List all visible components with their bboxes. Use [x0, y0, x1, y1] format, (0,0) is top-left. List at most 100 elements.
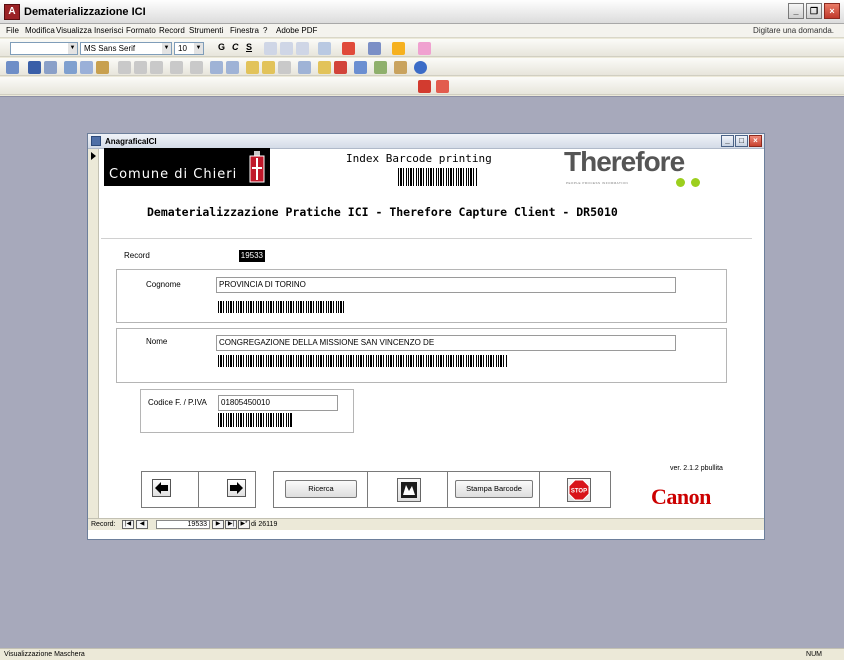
heading-divider: [101, 238, 752, 239]
canon-logo: Canon: [651, 484, 711, 509]
align-center-icon[interactable]: [280, 42, 293, 55]
border-color-icon[interactable]: [392, 42, 405, 55]
menu-adobe-pdf[interactable]: Adobe PDF: [276, 26, 317, 35]
line-color-icon[interactable]: [368, 42, 381, 55]
align-right-icon[interactable]: [296, 42, 309, 55]
filter-by-form-icon[interactable]: [262, 61, 275, 74]
therefore-tagline: PEOPLE PROCESS INFORMATION: [566, 181, 629, 185]
fill-color-icon[interactable]: [318, 42, 331, 55]
actions-divider: [447, 471, 448, 508]
hyperlink-icon[interactable]: [190, 61, 203, 74]
menu-formato[interactable]: Formato: [126, 26, 156, 35]
nome-label: Nome: [146, 337, 168, 346]
copy-icon[interactable]: [134, 61, 147, 74]
font-name-dropdown[interactable]: MS Sans Serif ▼: [80, 42, 172, 55]
access-app-icon[interactable]: A: [4, 4, 20, 20]
previous-record-button[interactable]: [152, 479, 171, 497]
new-record-nav-button[interactable]: ▶*: [238, 520, 250, 529]
codice-label: Codice F. / P.IVA: [148, 398, 207, 407]
minimize-button[interactable]: _: [788, 3, 804, 19]
record-selector[interactable]: [88, 149, 99, 529]
print-preview-icon[interactable]: [80, 61, 93, 74]
menu-modifica[interactable]: Modifica: [25, 26, 55, 35]
cognome-field[interactable]: PROVINCIA DI TORINO: [216, 277, 676, 293]
menu-finestra[interactable]: Finestra: [230, 26, 259, 35]
filter-by-selection-icon[interactable]: [246, 61, 259, 74]
menu-visualizza[interactable]: Visualizza: [56, 26, 92, 35]
object-selector-dropdown[interactable]: ▼: [10, 42, 78, 55]
font-name-value: MS Sans Serif: [84, 44, 136, 53]
chevron-down-icon: ▼: [194, 43, 203, 54]
last-record-button[interactable]: ▶|: [225, 520, 237, 529]
convert-to-pdf-icon[interactable]: [418, 80, 431, 93]
stampa-barcode-button[interactable]: Stampa Barcode: [455, 480, 533, 498]
menu-strumenti[interactable]: Strumenti: [189, 26, 223, 35]
record-number-value: 19533: [238, 250, 265, 262]
record-number-field[interactable]: 19533: [192, 249, 266, 262]
help-question-box[interactable]: Digitare una domanda.: [753, 26, 834, 35]
scan-document-button[interactable]: [397, 478, 421, 502]
form-window-controls: _ □ ×: [721, 135, 762, 147]
nome-barcode: [218, 355, 508, 367]
search-icon[interactable]: [44, 61, 57, 74]
index-barcode: [398, 168, 477, 186]
menu-help[interactable]: ?: [263, 26, 267, 35]
chevron-down-icon: ▼: [162, 43, 171, 54]
font-size-dropdown[interactable]: 10 ▼: [174, 42, 204, 55]
properties-icon[interactable]: [354, 61, 367, 74]
align-left-icon[interactable]: [264, 42, 277, 55]
bold-button[interactable]: G: [218, 42, 225, 52]
delete-record-icon[interactable]: [334, 61, 347, 74]
nome-field[interactable]: CONGREGAZIONE DELLA MISSIONE SAN VINCENZ…: [216, 335, 676, 351]
convert-and-email-icon[interactable]: [436, 80, 449, 93]
record-nav-input[interactable]: 19533: [156, 520, 210, 529]
undo-icon[interactable]: [170, 61, 183, 74]
underline-button[interactable]: S: [246, 42, 252, 52]
spelling-icon[interactable]: [96, 61, 109, 74]
window-controls: _ ❐ ×: [788, 3, 840, 19]
next-record-nav-button[interactable]: ▶: [212, 520, 224, 529]
form-close-button[interactable]: ×: [749, 135, 762, 147]
close-button[interactable]: ×: [824, 3, 840, 19]
menu-record[interactable]: Record: [159, 26, 185, 35]
comune-di-chieri-logo: Comune di Chieri: [104, 148, 270, 186]
main-heading: Dematerializzazione Pratiche ICI - There…: [147, 205, 618, 219]
menu-file[interactable]: File: [6, 26, 19, 35]
find-icon[interactable]: [298, 61, 311, 74]
help-icon[interactable]: [414, 61, 427, 74]
menu-bar: File Modifica Visualizza Inserisci Forma…: [0, 24, 844, 38]
formatting-toolbar: ▼ MS Sans Serif ▼ 10 ▼ G C S: [0, 39, 844, 57]
paste-icon[interactable]: [150, 61, 163, 74]
new-object-icon[interactable]: [394, 61, 407, 74]
font-color-icon[interactable]: [342, 42, 355, 55]
special-effect-icon[interactable]: [418, 42, 431, 55]
database-window-icon[interactable]: [374, 61, 387, 74]
comune-logo-text: Comune di Chieri: [109, 167, 238, 182]
new-record-icon[interactable]: [318, 61, 331, 74]
cut-icon[interactable]: [118, 61, 131, 74]
arrow-right-icon: [230, 482, 243, 494]
record-label: Record: [124, 251, 150, 260]
next-record-button[interactable]: [227, 479, 246, 497]
form-maximize-button[interactable]: □: [735, 135, 748, 147]
italic-button[interactable]: C: [232, 42, 239, 52]
codice-field[interactable]: 01805450010: [218, 395, 338, 411]
form-minimize-button[interactable]: _: [721, 135, 734, 147]
stop-button[interactable]: STOP: [567, 478, 591, 502]
menu-inserisci[interactable]: Inserisci: [94, 26, 123, 35]
ricerca-button[interactable]: Ricerca: [285, 480, 357, 498]
sort-descending-icon[interactable]: [226, 61, 239, 74]
nav-divider: [198, 471, 199, 508]
first-record-button[interactable]: |◀: [122, 520, 134, 529]
view-icon[interactable]: [6, 61, 19, 74]
save-icon[interactable]: [28, 61, 41, 74]
print-icon[interactable]: [64, 61, 77, 74]
cognome-label: Cognome: [146, 280, 181, 289]
form-title: AnagraficaICI: [105, 137, 157, 146]
apply-filter-icon[interactable]: [278, 61, 291, 74]
sort-ascending-icon[interactable]: [210, 61, 223, 74]
prev-record-nav-button[interactable]: ◀: [136, 520, 148, 529]
adobe-pdf-toolbar: [0, 77, 844, 95]
chieri-crest-icon: [249, 151, 265, 183]
restore-button[interactable]: ❐: [806, 3, 822, 19]
